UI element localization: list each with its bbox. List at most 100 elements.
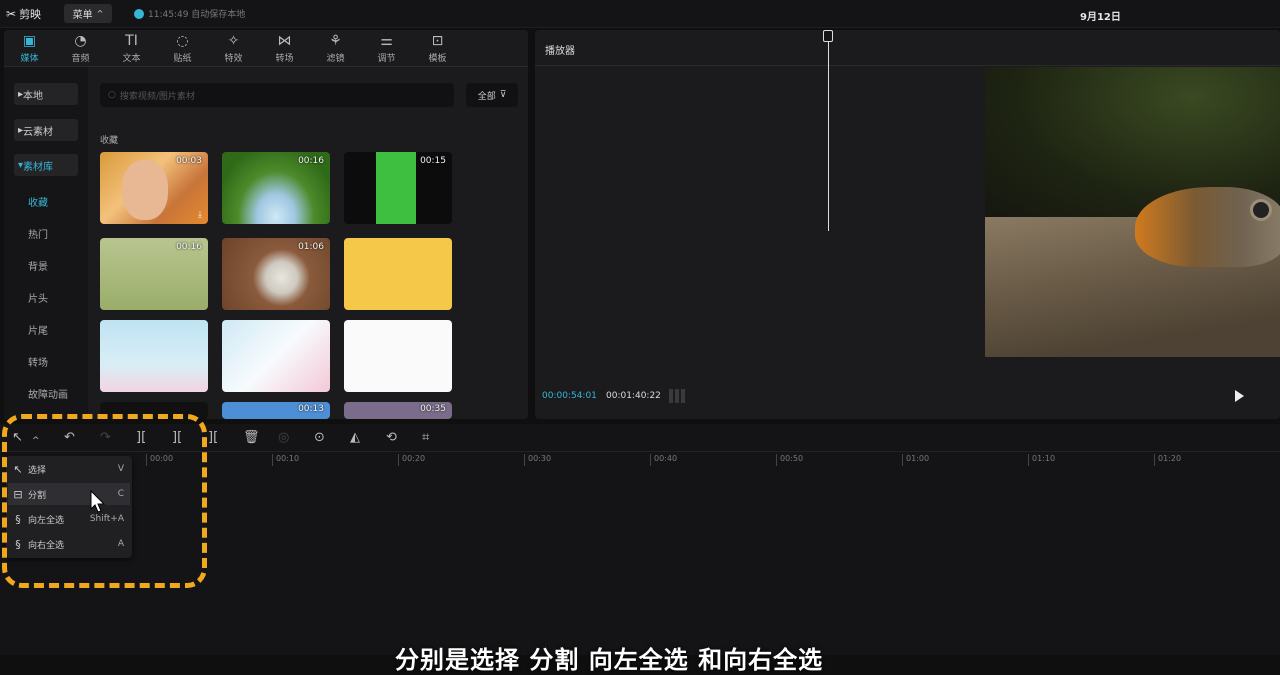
search-input[interactable]: ○ 搜索视频/图片素材 (100, 83, 454, 107)
sidebar-item-library[interactable]: ▾ 素材库 (14, 154, 78, 176)
sidebar-label: 素材库 (23, 161, 54, 173)
tab-template[interactable]: ⊡ 模板 (412, 30, 463, 66)
chevron-up-icon: ^ (96, 9, 104, 18)
sticker-icon: ◌ (176, 32, 189, 49)
tab-label: 贴纸 (173, 53, 192, 64)
adjust-icon: ⚌ (380, 32, 393, 49)
sidebar-label: 云素材 (23, 126, 54, 138)
delete-right-icon[interactable]: ][ (208, 430, 218, 446)
filter-button[interactable]: 全部 ⊽ (466, 83, 518, 107)
capcut-logo-icon: ✂ (6, 7, 17, 21)
ruler-tick: 00:50 (776, 454, 803, 466)
mirror-icon[interactable]: ◭ (350, 430, 360, 446)
thumb-duration: 00:16 (298, 156, 324, 166)
tab-label: 媒体 (20, 53, 39, 64)
tab-audio[interactable]: ◔ 音频 (55, 30, 106, 66)
media-thumb[interactable] (344, 238, 452, 310)
media-panel: ▣ 媒体 ◔ 音频 TI 文本 ◌ 贴纸 ✧ 特效 ⋈ 转场 ⚘ 滤镜 ⚌ 调节 ⊡ 模板 ▸ 本… (4, 30, 528, 419)
speed-icon[interactable]: ⊙ (314, 430, 325, 446)
media-thumb[interactable] (344, 320, 452, 392)
filter-label: 全部 (477, 91, 496, 102)
tab-text[interactable]: TI 文本 (106, 30, 157, 66)
sidebar-item-local[interactable]: ▸ 本地 (14, 83, 78, 105)
menu-label: 菜单 (72, 10, 93, 21)
project-date: 9月12日 (1080, 12, 1121, 23)
thumb-duration: 00:03 (176, 156, 202, 166)
tab-label: 转场 (275, 53, 294, 64)
thumb-duration: 00:35 (420, 404, 446, 414)
app-logo: ✂ 剪映 (6, 6, 41, 22)
video-subtitle: 分别是选择 分割 向左全选 和向右全选 (395, 646, 824, 674)
highlight-annotation (2, 414, 207, 588)
time-current: 00:00:54:01 (542, 391, 597, 401)
sidebar-sub-intro[interactable]: 片头 (28, 290, 48, 305)
check-icon (134, 8, 144, 19)
menu-button[interactable]: 菜单 ^ (64, 4, 112, 23)
play-icon[interactable] (1235, 390, 1244, 402)
media-thumb[interactable]: 00:03 ⤓ (100, 152, 208, 224)
tab-media[interactable]: ▣ 媒体 (4, 30, 55, 66)
tab-filter[interactable]: ⚘ 滤镜 (310, 30, 361, 66)
sidebar-item-cloud[interactable]: ▸ 云素材 (14, 119, 78, 141)
transition-icon: ⋈ (277, 32, 292, 49)
thumb-face (122, 160, 168, 220)
main-toolbar: ▣ 媒体 ◔ 音频 TI 文本 ◌ 贴纸 ✧ 特效 ⋈ 转场 ⚘ 滤镜 ⚌ 调节 ⊡ 模板 (4, 30, 528, 66)
sidebar-sub-glitch[interactable]: 故障动画 (28, 386, 68, 401)
ruler-tick: 01:10 (1028, 454, 1055, 466)
tab-label: 特效 (224, 53, 243, 64)
filter-icon: ⊽ (499, 90, 507, 100)
player-panel: 播放器 00:00:54:01 00:01:40:22 (535, 30, 1280, 419)
download-icon[interactable]: ⤓ (198, 210, 202, 220)
ruler-tick: 01:20 (1154, 454, 1181, 466)
media-thumb[interactable]: 00:16 (222, 152, 330, 224)
media-thumb[interactable] (222, 320, 330, 392)
tab-effects[interactable]: ✧ 特效 (208, 30, 259, 66)
media-thumb[interactable]: 01:06 (222, 238, 330, 310)
sidebar-sub-transition[interactable]: 转场 (28, 354, 48, 369)
tab-sticker[interactable]: ◌ 贴纸 (157, 30, 208, 66)
green-screen (376, 152, 416, 224)
tab-adjust[interactable]: ⚌ 调节 (361, 30, 412, 66)
media-thumb[interactable]: 00:16 (100, 238, 208, 310)
player-title: 播放器 (545, 46, 575, 57)
playhead[interactable] (828, 32, 829, 231)
thumb-duration: 00:13 (298, 404, 324, 414)
delete-icon[interactable]: 🗑 (243, 430, 260, 446)
tab-label: 调节 (377, 53, 396, 64)
thumb-duration: 01:06 (298, 242, 324, 252)
timeline-ruler[interactable]: 00:00 00:10 00:20 00:30 00:40 00:50 01:0… (138, 454, 1280, 468)
preview-frog-eye (1250, 199, 1272, 221)
sidebar-sub-hot[interactable]: 热门 (28, 226, 48, 241)
tab-label: 滤镜 (326, 53, 345, 64)
ruler-tick: 00:40 (650, 454, 677, 466)
thumb-duration: 00:15 (420, 156, 446, 166)
crop-icon[interactable]: ⌗ (422, 430, 429, 446)
save-status-text: 11:45:49 自动保存本地 (148, 10, 246, 20)
media-icon: ▣ (22, 32, 37, 49)
thumb-duration: 00:16 (176, 242, 202, 252)
media-thumb[interactable]: 00:15 (344, 152, 452, 224)
title-bar: ✂ 剪映 菜单 ^ 11:45:49 自动保存本地 9月12日 (0, 0, 1280, 28)
rotate-icon[interactable]: ⟲ (386, 430, 397, 446)
media-sidebar: ▸ 本地 ▸ 云素材 ▾ 素材库 收藏 热门 背景 片头 片尾 转场 故障动画 (4, 67, 88, 419)
media-thumb[interactable]: 00:13 (222, 402, 330, 419)
sidebar-label: 本地 (23, 90, 44, 102)
tab-transition[interactable]: ⋈ 转场 (259, 30, 310, 66)
ruler-tick: 01:00 (902, 454, 929, 466)
section-title: 收藏 (100, 136, 119, 146)
frame-icon[interactable] (669, 389, 689, 403)
search-icon: ○ (108, 90, 116, 100)
filter-icon: ⚘ (329, 32, 342, 49)
media-thumb[interactable] (100, 320, 208, 392)
media-thumb[interactable]: 00:35 (344, 402, 452, 419)
tab-label: 模板 (428, 53, 447, 64)
sidebar-sub-favorites[interactable]: 收藏 (28, 194, 48, 209)
text-icon: TI (125, 32, 138, 49)
sidebar-sub-background[interactable]: 背景 (28, 258, 48, 273)
ruler-tick: 00:20 (398, 454, 425, 466)
playhead-handle[interactable] (823, 30, 833, 42)
video-preview[interactable] (985, 67, 1280, 357)
freeze-icon[interactable]: ◎ (278, 430, 289, 446)
template-icon: ⊡ (431, 32, 444, 49)
sidebar-sub-outro[interactable]: 片尾 (28, 322, 48, 337)
